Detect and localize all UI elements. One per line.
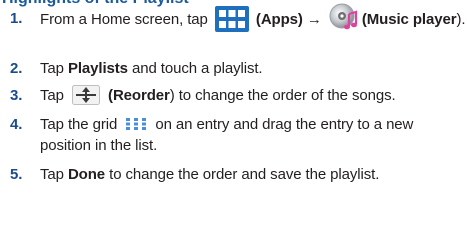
step-number: 3. [10, 87, 23, 104]
step-number: 2. [10, 60, 23, 77]
reorder-label: (Reorder [108, 87, 170, 104]
step-text-end: ). [456, 10, 466, 28]
instruction-steps: 1. From a Home screen, tap (Apps) → (Mus… [0, 3, 467, 189]
step-text: Tap [40, 87, 64, 104]
step-2: 2. Tap Playlists and touch a playlist. [0, 58, 467, 85]
music-player-label: (Music player [361, 10, 457, 28]
reorder-icon [71, 85, 100, 106]
apps-label: (Apps) [255, 10, 303, 28]
step-number: 4. [10, 116, 23, 133]
done-label: Done [67, 166, 106, 183]
step-text: Tap [40, 60, 68, 77]
step-text-end: and touch a playlist. [127, 60, 263, 77]
section-heading-text: Highlights of the Playlist [2, 0, 189, 8]
step-text-end: ) to change the order of the songs. [169, 87, 396, 104]
step-text-end: to change the order and save the playlis… [105, 166, 380, 183]
apps-icon [214, 5, 249, 32]
step-number: 1. [10, 10, 23, 27]
step-text: Tap [40, 166, 68, 183]
drag-grid-icon [126, 118, 147, 131]
step-4: 4. Tap the grid on an entry and drag the… [0, 114, 467, 164]
arrow: → [302, 10, 326, 28]
step-text: From a Home screen, tap [40, 10, 208, 28]
music-player-icon [329, 3, 357, 30]
step-number: 5. [10, 166, 23, 183]
step-3: 3. Tap (Reorder) to change the order of … [0, 85, 467, 114]
playlists-label: Playlists [67, 60, 128, 77]
step-5: 5. Tap Done to change the order and save… [0, 164, 467, 189]
step-text: Tap the grid [40, 116, 118, 133]
step-1: 1. From a Home screen, tap (Apps) → (Mus… [0, 3, 467, 58]
